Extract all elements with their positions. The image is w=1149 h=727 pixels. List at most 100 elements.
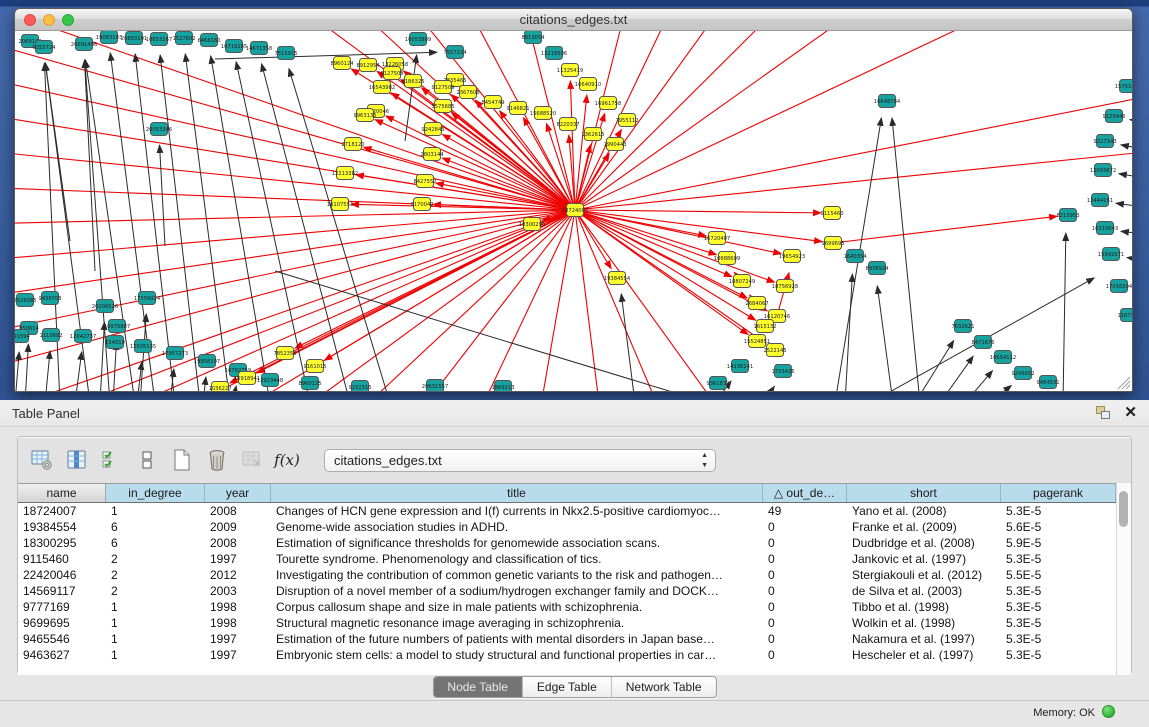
table-cell[interactable]: 5.5E-5	[1001, 567, 1116, 583]
graph-edge[interactable]	[915, 341, 954, 391]
column-header-title[interactable]: title	[271, 484, 763, 502]
table-scrollbar-thumb[interactable]	[1119, 491, 1128, 527]
graph-edge[interactable]	[75, 352, 82, 391]
table-cell[interactable]: 1	[106, 599, 205, 615]
graph-edge[interactable]	[15, 150, 575, 210]
table-cell[interactable]: Estimation of the future numbers of pati…	[271, 631, 763, 647]
table-cell[interactable]: 9465546	[18, 631, 106, 647]
graph-edge[interactable]	[15, 352, 19, 391]
table-cell[interactable]: 5.3E-5	[1001, 583, 1116, 599]
column-header-in_degree[interactable]: in_degree	[106, 484, 205, 502]
table-cell[interactable]: 5.3E-5	[1001, 599, 1116, 615]
graph-edge[interactable]	[185, 54, 230, 391]
table-cell[interactable]: 1	[106, 615, 205, 631]
table-cell[interactable]: 1997	[205, 631, 271, 647]
table-cell[interactable]: Jankovic et al. (1997)	[847, 551, 1001, 567]
tab-node-table[interactable]: Node Table	[433, 677, 523, 697]
table-cell[interactable]: Dudbridge et al. (2008)	[847, 535, 1001, 551]
network-file-dropdown[interactable]: citations_edges.txt ▲▼	[324, 449, 716, 472]
graph-edge[interactable]	[1119, 174, 1132, 183]
table-cell[interactable]: Yano et al. (2008)	[847, 503, 1001, 519]
graph-edge[interactable]	[990, 385, 1011, 391]
graph-edge[interactable]	[570, 81, 575, 210]
table-cell[interactable]: 5.9E-5	[1001, 535, 1116, 551]
table-row[interactable]: 946362711997Embryonic stem cells: a mode…	[18, 647, 1131, 663]
minimize-window-button[interactable]	[43, 14, 55, 26]
table-cell[interactable]: 22420046	[18, 567, 106, 583]
graph-edge[interactable]	[236, 62, 310, 391]
table-cell[interactable]: 0	[763, 599, 847, 615]
table-cell[interactable]: 1	[106, 503, 205, 519]
column-header-out_degree[interactable]: △ out_de…	[763, 484, 847, 502]
graph-edge[interactable]	[45, 351, 50, 391]
column-header-year[interactable]: year	[205, 484, 271, 502]
column-header-short[interactable]: short	[847, 484, 1001, 502]
graph-edge[interactable]	[575, 31, 715, 210]
table-cell[interactable]: 1998	[205, 615, 271, 631]
table-cell[interactable]: 1998	[205, 599, 271, 615]
table-row[interactable]: 1872400712008Changes of HCN gene express…	[18, 503, 1131, 519]
row-check-icon[interactable]	[100, 448, 124, 472]
graph-edge[interactable]	[1130, 120, 1132, 127]
graph-edge[interactable]	[45, 63, 70, 241]
table-cell[interactable]: 2012	[205, 567, 271, 583]
table-settings-icon[interactable]	[30, 448, 54, 472]
graph-edge[interactable]	[324, 210, 575, 360]
table-cell[interactable]: 2	[106, 583, 205, 599]
graph-edge[interactable]	[160, 145, 165, 246]
column-header-name[interactable]: name	[18, 484, 106, 502]
table-cell[interactable]: Corpus callosum shape and size in male p…	[271, 599, 763, 615]
graph-edge[interactable]	[833, 216, 1057, 243]
table-cell[interactable]: 18724007	[18, 503, 106, 519]
column-header-pagerank[interactable]: pagerank	[1001, 484, 1116, 502]
graph-edge[interactable]	[364, 147, 575, 210]
graph-edge[interactable]	[233, 386, 236, 391]
table-cell[interactable]: 9699695	[18, 615, 106, 631]
table-cell[interactable]: 0	[763, 519, 847, 535]
table-cell[interactable]: 0	[763, 647, 847, 663]
table-cell[interactable]: 2	[106, 567, 205, 583]
graph-edge[interactable]	[877, 286, 893, 391]
float-panel-icon[interactable]	[1096, 406, 1111, 420]
table-cell[interactable]: 2008	[205, 503, 271, 519]
new-table-icon[interactable]	[170, 448, 194, 472]
select-column-icon[interactable]	[65, 448, 89, 472]
table-cell[interactable]: 9463627	[18, 647, 106, 663]
table-row[interactable]: 2242004622012Investigating the contribut…	[18, 567, 1131, 583]
table-cell[interactable]: 1997	[205, 551, 271, 567]
table-cell[interactable]: 6	[106, 535, 205, 551]
table-cell[interactable]: Wolkin et al. (1998)	[847, 615, 1001, 631]
table-cell[interactable]: 18300295	[18, 535, 106, 551]
table-cell[interactable]: Tourette syndrome. Phenomenology and cla…	[271, 551, 763, 567]
table-cell[interactable]: 5.3E-5	[1001, 631, 1116, 647]
graph-edge[interactable]	[575, 210, 720, 391]
tab-edge-table[interactable]: Edge Table	[523, 677, 612, 697]
table-row[interactable]: 911546021997Tourette syndrome. Phenomeno…	[18, 551, 1131, 567]
graph-edge[interactable]	[1116, 203, 1132, 211]
graph-edge[interactable]	[240, 210, 575, 391]
table-cell[interactable]: 5.3E-5	[1001, 615, 1116, 631]
table-row[interactable]: 1938455462009Genome-wide association stu…	[18, 519, 1131, 535]
graph-edge[interactable]	[203, 377, 206, 391]
table-cell[interactable]: 0	[763, 567, 847, 583]
close-panel-icon[interactable]: ✕	[1124, 404, 1137, 422]
resize-grip-icon[interactable]	[1118, 377, 1130, 389]
table-row[interactable]: 977716911998Corpus callosum shape and si…	[18, 599, 1131, 615]
table-cell[interactable]: 2003	[205, 583, 271, 599]
graph-edge[interactable]	[1063, 233, 1066, 391]
graph-edge[interactable]	[892, 118, 920, 391]
table-row[interactable]: 946554611997Estimation of the future num…	[18, 631, 1131, 647]
graph-edge[interactable]	[300, 210, 575, 391]
table-row[interactable]: 1456911722003Disruption of a novel membe…	[18, 583, 1131, 599]
table-cell[interactable]: 2008	[205, 535, 271, 551]
table-cell[interactable]: 0	[763, 631, 847, 647]
graph-edge[interactable]	[575, 149, 1132, 210]
graph-edge[interactable]	[386, 116, 575, 210]
graph-edge[interactable]	[375, 120, 575, 210]
graph-edge[interactable]	[215, 52, 437, 59]
table-cell[interactable]: Structural magnetic resonance image aver…	[271, 615, 763, 631]
table-cell[interactable]: 1	[106, 631, 205, 647]
table-cell[interactable]: 0	[763, 551, 847, 567]
table-cell[interactable]: Disruption of a novel member of a sodium…	[271, 583, 763, 599]
table-cell[interactable]: 49	[763, 503, 847, 519]
